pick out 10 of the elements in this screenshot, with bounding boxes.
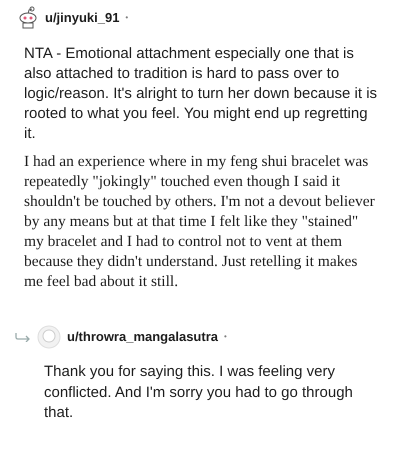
separator-dot: • xyxy=(125,12,128,24)
comment-text: NTA - Emotional attachment especially one that is also attached to tradition is hard to pass over to logic/reason. It's alright to turn her down because it is rooted to what you feel. You might end up regretting it. xyxy=(24,44,378,144)
username[interactable]: u/throwra_mangalasutra xyxy=(67,327,218,347)
robot-avatar-icon xyxy=(17,6,39,30)
comment-text: I had an experience where in my feng shui bracelet was repeatedly "jokingly" touched even though I said it shouldn't be touched by others. I'm not a devout believer by any means but at that time I felt like they "stained" my bracelet and I had to control not to vent at them because they didn't understand. Just retelling it makes me feel bad about it still. xyxy=(24,152,376,292)
username[interactable]: u/jinyuki_91 xyxy=(45,8,120,28)
avatar-icon xyxy=(37,325,61,349)
comment-text: Thank you for saying this. I was feeling very conflicted. And I'm sorry you had to go through that. xyxy=(44,362,354,423)
reply-arrow-icon xyxy=(15,332,31,342)
separator-dot: • xyxy=(224,331,227,343)
